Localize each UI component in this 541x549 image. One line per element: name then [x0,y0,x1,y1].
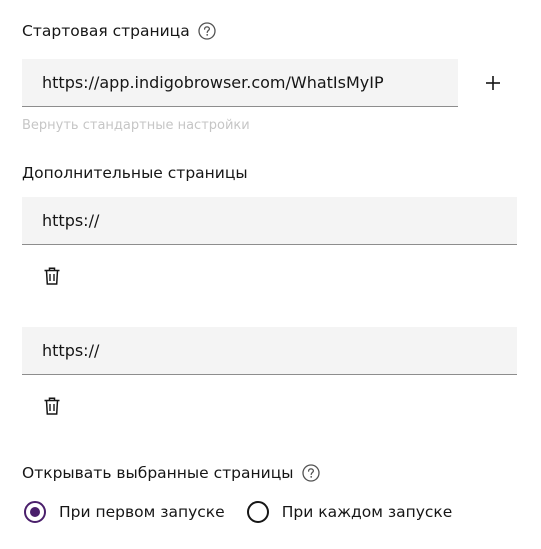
radio-label-first-launch: При первом запуске [59,503,225,521]
plus-icon [486,76,500,90]
reset-defaults-link[interactable]: Вернуть стандартные настройки [22,117,250,135]
start-page-url-field[interactable] [22,59,458,107]
trash-icon [44,267,60,285]
open-pages-label-text: Открывать выбранные страницы [22,464,294,482]
radio-button-checked[interactable] [24,501,46,523]
start-page-url-input[interactable] [22,59,458,106]
additional-pages-label: Дополнительные страницы [22,164,248,182]
trash-icon [44,397,60,415]
radio-label-every-launch: При каждом запуске [281,503,453,521]
additional-page-input-2[interactable] [22,327,517,374]
radio-dot [30,507,40,517]
start-page-label: Стартовая страница [22,21,216,41]
add-start-page-button[interactable] [480,70,506,96]
question-circle-icon[interactable] [198,22,216,40]
delete-additional-page-2-button[interactable] [41,395,63,417]
radio-button-unchecked[interactable] [246,501,269,523]
start-page-label-text: Стартовая страница [22,22,190,40]
additional-page-field-2[interactable] [22,327,517,375]
open-pages-label: Открывать выбранные страницы [22,463,320,483]
question-circle-icon[interactable] [301,464,320,482]
open-pages-radio-group: При первом запуске При каждом запуске [24,501,474,523]
additional-page-field-1[interactable] [22,197,517,245]
radio-option-first-launch[interactable]: При первом запуске [24,501,225,523]
delete-additional-page-1-button[interactable] [41,265,63,287]
additional-page-input-1[interactable] [22,197,517,244]
radio-option-every-launch[interactable]: При каждом запуске [246,501,453,523]
